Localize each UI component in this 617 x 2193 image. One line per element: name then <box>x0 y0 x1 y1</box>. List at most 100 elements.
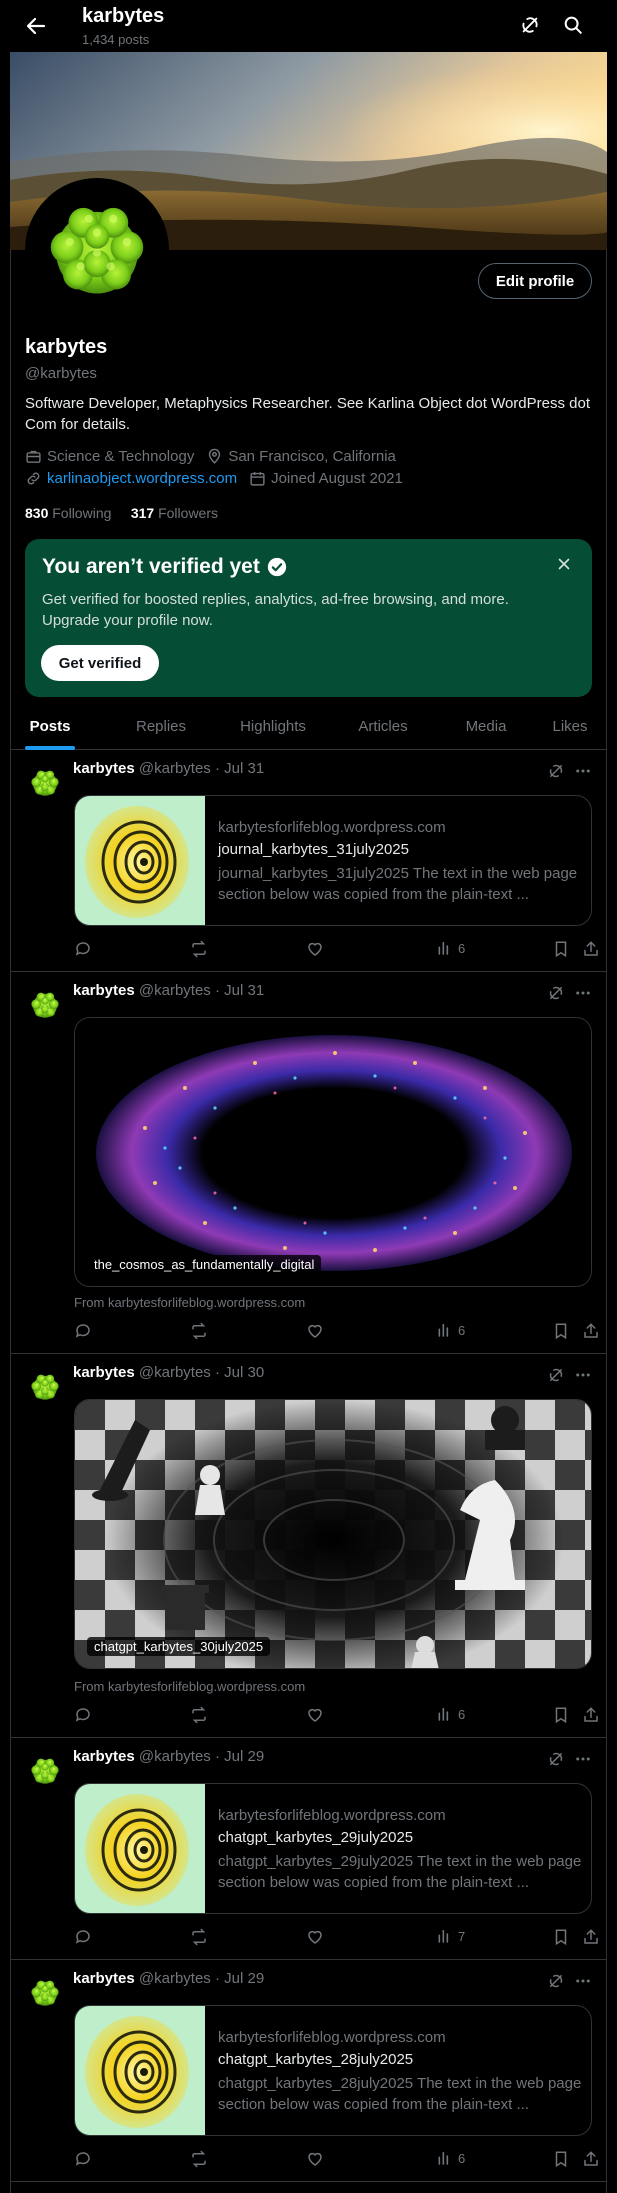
verified-badge-icon <box>267 557 287 577</box>
post-avatar[interactable] <box>25 763 65 803</box>
link-title: chatgpt_karbytes_29july2025 <box>218 1829 414 1846</box>
grok-icon[interactable] <box>547 1366 565 1384</box>
repost-button[interactable] <box>190 2150 214 2168</box>
post-avatar[interactable] <box>25 1973 65 2013</box>
more-options-icon[interactable] <box>573 1972 593 1990</box>
back-arrow-icon[interactable] <box>24 14 48 38</box>
share-icon <box>584 941 598 956</box>
views-button[interactable]: 6 <box>436 2150 465 2166</box>
close-icon[interactable] <box>555 555 573 573</box>
bar-chart-icon <box>438 1929 449 1943</box>
post-avatar[interactable] <box>25 985 65 1025</box>
more-options-icon[interactable] <box>573 984 593 1002</box>
bookmark-icon <box>555 941 567 958</box>
bookmark-button[interactable] <box>552 1322 576 1340</box>
bookmark-button[interactable] <box>552 1706 576 1724</box>
bookmark-button[interactable] <box>552 1928 576 1946</box>
page-title: karbytes <box>82 5 165 27</box>
following-link[interactable]: 830 Following <box>25 505 111 521</box>
bookmark-icon <box>555 1929 567 1946</box>
views-button[interactable]: 6 <box>436 1322 465 1338</box>
post-actions: 6 <box>74 1706 604 1726</box>
link-description: chatgpt_karbytes_28july2025 The text in … <box>218 2075 582 2113</box>
repost-button[interactable] <box>190 1706 214 1724</box>
grok-icon[interactable] <box>547 1972 565 1990</box>
views-button[interactable]: 6 <box>436 1706 465 1722</box>
grok-icon[interactable] <box>547 762 565 780</box>
reply-button[interactable] <box>74 1706 98 1724</box>
media-card[interactable]: chatgpt_karbytes_30july2025 <box>74 1399 592 1669</box>
heart-icon <box>308 1324 322 1338</box>
post-avatar[interactable] <box>25 1751 65 1791</box>
bar-chart-icon <box>438 1323 449 1337</box>
like-button[interactable] <box>306 1706 330 1724</box>
bookmark-button[interactable] <box>552 940 576 958</box>
followers-link[interactable]: 317 Followers <box>131 505 218 521</box>
post-5[interactable]: karbytes @karbytes · Jul 29 karbytesforl… <box>10 1960 607 2182</box>
reply-button[interactable] <box>74 2150 98 2168</box>
reply-button[interactable] <box>74 940 98 958</box>
post-actions: 6 <box>74 940 604 960</box>
post-actions: 7 <box>74 1928 604 1948</box>
grok-icon[interactable] <box>547 1750 565 1768</box>
views-button[interactable]: 7 <box>436 1928 465 1944</box>
grok-icon[interactable] <box>519 14 541 36</box>
tab-posts[interactable]: Posts <box>25 702 75 750</box>
profile-website[interactable]: karlinaobject.wordpress.com <box>25 470 237 487</box>
profile-joined: Joined August 2021 <box>249 470 403 487</box>
get-verified-button[interactable]: Get verified <box>41 645 159 681</box>
views-button[interactable]: 6 <box>436 940 465 956</box>
repost-button[interactable] <box>190 940 214 958</box>
share-icon <box>584 1323 598 1338</box>
like-button[interactable] <box>306 1928 330 1946</box>
reply-button[interactable] <box>74 1928 98 1946</box>
share-button[interactable] <box>582 1928 606 1946</box>
profile-meta-row-2: karlinaobject.wordpress.com Joined Augus… <box>25 470 415 487</box>
like-button[interactable] <box>306 940 330 958</box>
media-source[interactable]: From karbytesforlifeblog.wordpress.com <box>74 1679 305 1694</box>
reply-icon <box>75 1324 90 1338</box>
more-options-icon[interactable] <box>573 762 593 780</box>
follow-stats: 830 Following 317 Followers <box>25 505 218 521</box>
link-preview-card[interactable]: karbytesforlifeblog.wordpress.com chatgp… <box>74 2005 592 2136</box>
post-4[interactable]: karbytes @karbytes · Jul 29 karbytesforl… <box>10 1738 607 1960</box>
like-button[interactable] <box>306 1322 330 1340</box>
heart-icon <box>308 1708 322 1722</box>
share-button[interactable] <box>582 940 606 958</box>
bar-chart-icon <box>438 2151 449 2165</box>
tab-media[interactable]: Media <box>446 702 526 750</box>
link-preview-card[interactable]: karbytesforlifeblog.wordpress.com chatgp… <box>74 1783 592 1914</box>
tab-articles[interactable]: Articles <box>340 702 426 750</box>
repost-button[interactable] <box>190 1322 214 1340</box>
link-title: journal_karbytes_31july2025 <box>218 841 409 858</box>
tab-replies[interactable]: Replies <box>123 702 199 750</box>
post-1[interactable]: karbytes @karbytes · Jul 31 karbytesforl… <box>10 750 607 972</box>
edit-profile-button[interactable]: Edit profile <box>478 263 592 299</box>
link-preview-card[interactable]: karbytesforlifeblog.wordpress.com journa… <box>74 795 592 926</box>
link-thumbnail <box>75 1784 205 1914</box>
share-button[interactable] <box>582 2150 606 2168</box>
reply-button[interactable] <box>74 1322 98 1340</box>
more-options-icon[interactable] <box>573 1750 593 1768</box>
tab-highlights[interactable]: Highlights <box>223 702 323 750</box>
media-card[interactable]: the_cosmos_as_fundamentally_digital <box>74 1017 592 1287</box>
repost-icon <box>192 1706 206 1724</box>
tab-likes[interactable]: Likes <box>535 702 605 750</box>
search-icon[interactable] <box>562 14 584 36</box>
like-button[interactable] <box>306 2150 330 2168</box>
post-avatar[interactable] <box>25 1367 65 1407</box>
more-options-icon[interactable] <box>573 1366 593 1384</box>
location-pin-icon <box>209 448 221 464</box>
avatar[interactable] <box>25 178 169 322</box>
share-button[interactable] <box>582 1322 606 1340</box>
share-button[interactable] <box>582 1706 606 1724</box>
post-3[interactable]: karbytes @karbytes · Jul 30 chatgpt_karb… <box>10 1354 607 1738</box>
media-source[interactable]: From karbytesforlifeblog.wordpress.com <box>74 1295 305 1310</box>
bookmark-button[interactable] <box>552 2150 576 2168</box>
post-2[interactable]: karbytes @karbytes · Jul 31 the_cosmos_a… <box>10 972 607 1354</box>
grok-icon[interactable] <box>547 984 565 1002</box>
repost-button[interactable] <box>190 1928 214 1946</box>
profile-name: karbytes <box>25 336 108 358</box>
torus-image <box>75 1018 591 1286</box>
post-header: karbytes @karbytes · Jul 30 <box>73 1364 265 1381</box>
